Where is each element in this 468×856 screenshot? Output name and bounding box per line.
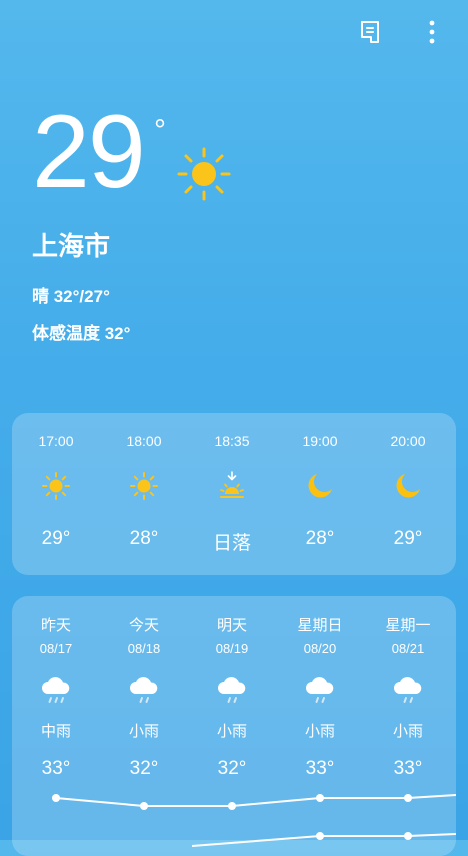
sun-icon — [176, 146, 232, 202]
hour-time: 18:00 — [126, 433, 162, 449]
high-temp-point — [52, 794, 60, 802]
hour-time: 20:00 — [390, 433, 426, 449]
city-manage-icon[interactable] — [356, 18, 384, 46]
hourly-forecast-card[interactable]: 17:00 29° 18:00 28° 18:35 日落 19:00 28° 2… — [12, 413, 456, 575]
sun-icon — [100, 468, 188, 504]
hour-time: 18:35 — [214, 433, 250, 449]
condition-range: 晴 32°/27° — [32, 287, 110, 306]
hour-time: 19:00 — [302, 433, 338, 449]
high-temp-point — [140, 802, 148, 810]
hour-temperature: 28° — [305, 528, 335, 549]
feels-like: 体感温度 32° — [32, 324, 131, 343]
high-temp-point — [228, 802, 236, 810]
hour-temperature: 29° — [393, 528, 423, 549]
low-temp-point — [316, 832, 324, 840]
sun-icon — [12, 468, 100, 504]
degree-symbol: ° — [154, 114, 166, 147]
high-temp-point — [404, 794, 412, 802]
temperature-curve — [52, 794, 456, 847]
hour-label: 日落 — [212, 533, 251, 554]
hour-temperature: 29° — [41, 528, 71, 549]
moon-icon — [364, 468, 452, 504]
high-temp-point — [316, 794, 324, 802]
city-name[interactable]: 上海市 — [32, 226, 110, 263]
sunset-icon — [188, 468, 276, 504]
hour-time: 17:00 — [38, 433, 74, 449]
moon-icon — [276, 468, 364, 504]
current-temperature: 29 — [32, 94, 146, 210]
hour-temperature: 28° — [129, 528, 159, 549]
low-temp-point — [404, 832, 412, 840]
more-options-icon[interactable] — [418, 18, 446, 46]
top-bar — [356, 18, 446, 46]
daily-forecast-card[interactable]: 昨天 08/17 中雨 33° 今天 08/18 小雨 32° 明天 08/19… — [12, 596, 456, 856]
current-temperature-block: 29 ° — [32, 94, 166, 210]
